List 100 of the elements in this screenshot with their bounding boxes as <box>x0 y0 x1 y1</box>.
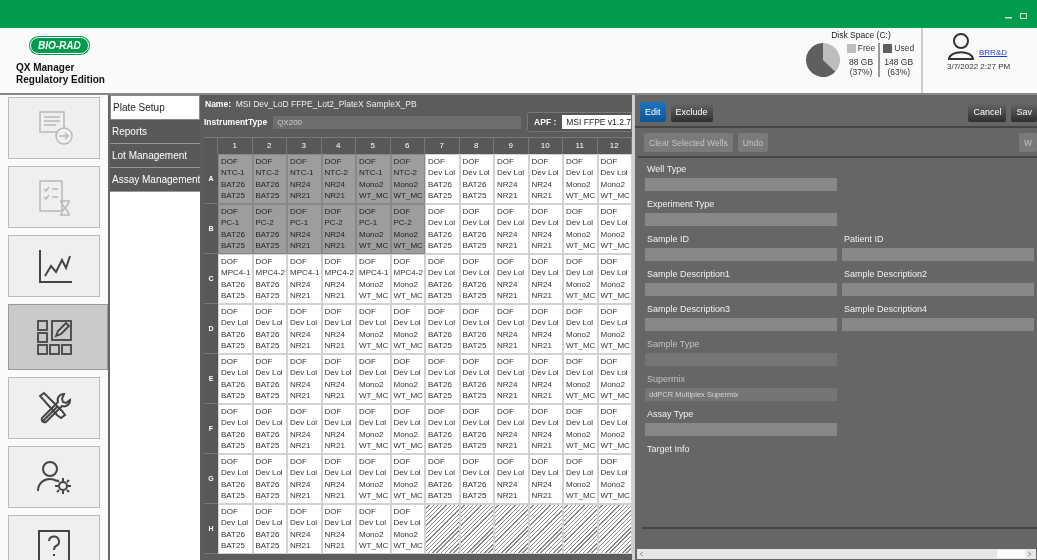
plate-well[interactable]: DOF Dev Lol NR24 NR21 <box>287 504 322 554</box>
plate-well[interactable]: DOF Dev Lol NR24 NR21 <box>494 204 529 254</box>
plate-well[interactable]: DOF Dev Lol NR24 NR21 <box>321 404 356 454</box>
nav-tile[interactable] <box>8 235 100 297</box>
plate-well[interactable]: DOF Dev Lol BAT26 BAT25 <box>459 304 494 354</box>
plate-well[interactable]: DOF Dev Lol Mono2 WT_MC <box>563 254 598 304</box>
plate-well[interactable]: DOF Dev Lol Mono2 WT_MC <box>563 304 598 354</box>
plate-well[interactable]: DOF Dev Lol Mono2 WT_MC <box>597 454 632 504</box>
input-field[interactable] <box>645 423 837 436</box>
plate-well[interactable]: DOF Dev Lol Mono2 WT_MC <box>390 404 425 454</box>
plate-well[interactable]: DOF Dev Lol BAT26 BAT25 <box>252 454 287 504</box>
plate-well[interactable]: DOF NTC-1 NR24 NR21 <box>287 154 322 204</box>
plate-well[interactable]: DOF MPC4-2 NR24 NR21 <box>321 254 356 304</box>
plate-well[interactable]: DOF Dev Lol Mono2 WT_MC <box>597 204 632 254</box>
plate-well[interactable]: DOF Dev Lol BAT26 BAT25 <box>218 354 253 404</box>
nav-item[interactable]: Assay Management <box>110 168 200 192</box>
plate-well[interactable]: DOF Dev Lol NR24 NR21 <box>287 404 322 454</box>
plate-well[interactable]: DOF MPC4-1 BAT26 BAT25 <box>218 254 253 304</box>
plate-well[interactable]: DOF Dev Lol NR24 NR21 <box>528 254 563 304</box>
plate-well[interactable]: DOF Dev Lol BAT26 BAT25 <box>218 504 253 554</box>
plate-well[interactable]: DOF PC-1 BAT26 BAT25 <box>218 204 253 254</box>
plate-well[interactable]: DOF Dev Lol BAT26 BAT25 <box>425 404 460 454</box>
plate-well[interactable]: DOF Dev Lol Mono2 WT_MC <box>597 354 632 404</box>
apf-dropdown[interactable]: MSI FFPE v1.2.7 <box>562 115 631 129</box>
plate-well[interactable]: DOF Dev Lol Mono2 WT_MC <box>390 354 425 404</box>
plate-well[interactable]: DOF NTC-1 Mono2 WT_MC <box>356 154 391 204</box>
plate-well[interactable]: DOF MPC4-2 Mono2 WT_MC <box>390 254 425 304</box>
plate-well[interactable]: DOF Dev Lol Mono2 WT_MC <box>356 404 391 454</box>
plate-well[interactable]: DOF Dev Lol BAT26 BAT25 <box>459 154 494 204</box>
plate-well[interactable]: DOF Dev Lol NR24 NR21 <box>528 404 563 454</box>
plate-well[interactable]: DOF Dev Lol Mono2 WT_MC <box>356 304 391 354</box>
plate-well[interactable]: DOF PC-2 Mono2 WT_MC <box>390 204 425 254</box>
plate-well[interactable]: DOF Dev Lol BAT26 BAT25 <box>218 454 253 504</box>
plate-well[interactable]: DOF Dev Lol NR24 NR21 <box>287 304 322 354</box>
plate-well[interactable]: DOF Dev Lol Mono2 WT_MC <box>390 504 425 554</box>
nav-tile[interactable] <box>8 515 100 560</box>
action-button[interactable]: Sav <box>1011 102 1037 122</box>
action-button[interactable]: Cancel <box>968 102 1007 122</box>
plate-well[interactable]: DOF MPC4-1 Mono2 WT_MC <box>356 254 391 304</box>
plate-well[interactable]: DOF Dev Lol BAT26 BAT25 <box>218 404 253 454</box>
plate-well[interactable]: DOF Dev Lol BAT26 BAT25 <box>425 204 460 254</box>
plate-well[interactable]: DOF Dev Lol NR24 NR21 <box>528 154 563 204</box>
mode-button[interactable]: Edit <box>640 102 666 122</box>
plate-well[interactable]: DOF Dev Lol Mono2 WT_MC <box>356 504 391 554</box>
input-field[interactable] <box>842 283 1034 296</box>
plate-well[interactable]: DOF Dev Lol BAT26 BAT25 <box>459 354 494 404</box>
plate-well[interactable]: DOF Dev Lol Mono2 WT_MC <box>597 154 632 204</box>
plate-well[interactable]: DOF Dev Lol BAT26 BAT25 <box>425 254 460 304</box>
plate-well[interactable]: DOF Dev Lol NR24 NR21 <box>494 404 529 454</box>
plate-well[interactable]: DOF Dev Lol Mono2 WT_MC <box>563 404 598 454</box>
plate-well[interactable]: DOF Dev Lol BAT26 BAT25 <box>252 504 287 554</box>
plate-well[interactable]: DOF Dev Lol NR24 NR21 <box>287 454 322 504</box>
plate-well[interactable]: DOF Dev Lol NR24 NR21 <box>321 304 356 354</box>
plate-well[interactable]: DOF Dev Lol NR24 NR21 <box>494 454 529 504</box>
plate-well[interactable]: DOF NTC-1 BAT26 BAT25 <box>218 154 253 204</box>
plate-well[interactable]: DOF NTC-2 Mono2 WT_MC <box>390 154 425 204</box>
plate-well[interactable]: DOF Dev Lol BAT26 BAT25 <box>459 454 494 504</box>
input-field[interactable] <box>842 318 1034 331</box>
plate-well[interactable]: DOF Dev Lol NR24 NR21 <box>321 354 356 404</box>
plate-well[interactable]: DOF Dev Lol Mono2 WT_MC <box>597 404 632 454</box>
plate-well[interactable]: DOF Dev Lol BAT26 BAT25 <box>425 154 460 204</box>
input-field[interactable] <box>645 283 837 296</box>
plate-well[interactable]: DOF PC-2 BAT26 BAT25 <box>252 204 287 254</box>
plate-well[interactable]: DOF Dev Lol NR24 NR21 <box>494 254 529 304</box>
plate-well[interactable]: DOF Dev Lol BAT26 BAT25 <box>459 204 494 254</box>
plate-well[interactable]: DOF Dev Lol BAT26 BAT25 <box>425 454 460 504</box>
plate-well[interactable]: DOF Dev Lol NR24 NR21 <box>321 504 356 554</box>
plate-well[interactable]: DOF Dev Lol NR24 NR21 <box>287 354 322 404</box>
plate-well[interactable]: DOF Dev Lol BAT26 BAT25 <box>459 254 494 304</box>
plate-well[interactable]: DOF Dev Lol Mono2 WT_MC <box>390 454 425 504</box>
plate-well[interactable]: DOF Dev Lol NR24 NR21 <box>321 454 356 504</box>
input-field[interactable] <box>645 248 837 261</box>
plate-well[interactable]: DOF Dev Lol BAT26 BAT25 <box>252 304 287 354</box>
nav-tile[interactable] <box>8 377 100 439</box>
input-field[interactable] <box>645 213 837 226</box>
plate-well[interactable]: DOF Dev Lol NR24 NR21 <box>528 204 563 254</box>
plate-well[interactable]: DOF Dev Lol NR24 NR21 <box>494 354 529 404</box>
plate-well[interactable]: DOF Dev Lol NR24 NR21 <box>528 454 563 504</box>
input-field[interactable] <box>645 318 837 331</box>
plate-well[interactable]: DOF Dev Lol BAT26 BAT25 <box>218 304 253 354</box>
plate-well[interactable]: DOF Dev Lol NR24 NR21 <box>494 154 529 204</box>
mode-button[interactable]: Exclude <box>670 102 713 122</box>
plate-well[interactable]: DOF Dev Lol BAT26 BAT25 <box>252 404 287 454</box>
input-field[interactable] <box>842 248 1034 261</box>
plate-well[interactable]: DOF Dev Lol Mono2 WT_MC <box>563 154 598 204</box>
plate-well[interactable]: DOF Dev Lol BAT26 BAT25 <box>252 354 287 404</box>
plate-well[interactable]: DOF NTC-2 BAT26 BAT25 <box>252 154 287 204</box>
plate-well[interactable]: DOF PC-1 NR24 NR21 <box>287 204 322 254</box>
nav-item[interactable]: Reports <box>110 120 200 144</box>
plate-well[interactable]: DOF Dev Lol BAT26 BAT25 <box>425 304 460 354</box>
plate-well[interactable]: DOF PC-2 NR24 NR21 <box>321 204 356 254</box>
plate-well[interactable]: DOF Dev Lol Mono2 WT_MC <box>356 454 391 504</box>
plate-well[interactable]: DOF Dev Lol Mono2 WT_MC <box>563 454 598 504</box>
user-link[interactable]: BRR&D <box>979 48 1007 57</box>
plate-well[interactable]: DOF MPC4-2 BAT26 BAT25 <box>252 254 287 304</box>
maximize-icon[interactable] <box>1020 13 1027 19</box>
plate-well[interactable]: DOF Dev Lol Mono2 WT_MC <box>597 254 632 304</box>
plate-well[interactable]: DOF Dev Lol Mono2 WT_MC <box>563 204 598 254</box>
plate-well[interactable]: DOF Dev Lol Mono2 WT_MC <box>597 304 632 354</box>
nav-tile[interactable] <box>8 446 100 508</box>
